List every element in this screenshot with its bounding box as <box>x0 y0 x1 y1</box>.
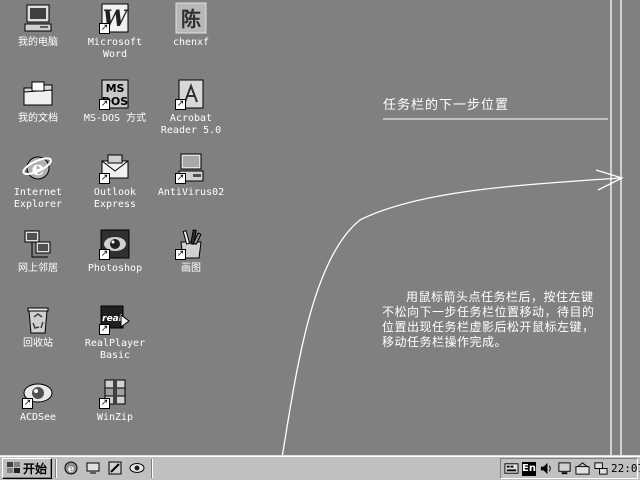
shortcut-arrow-icon: ↗ <box>99 324 110 335</box>
icon-label: 我的电脑 <box>18 37 58 48</box>
shortcut-arrow-icon: ↗ <box>99 173 110 184</box>
quicklaunch-ie-icon[interactable]: e <box>62 459 80 477</box>
desktop-icon-my-computer[interactable]: 我的电脑 <box>0 2 76 49</box>
start-label: 开始 <box>22 461 47 476</box>
taskbar[interactable]: 开始 e En 22:07 <box>0 455 640 480</box>
tray-scheduler-icon[interactable] <box>575 461 590 477</box>
paint-icon: ↗ <box>175 228 207 260</box>
desktop-icon-acdsee[interactable]: ↗ ACDSee <box>0 377 76 424</box>
start-button[interactable]: 开始 <box>2 457 52 479</box>
tray-volume-icon[interactable] <box>539 461 554 477</box>
shortcut-arrow-icon: ↗ <box>99 23 110 34</box>
acdsee-icon: ↗ <box>22 377 54 409</box>
chenxf-glyph: 陈 <box>181 7 201 31</box>
desktop-icon-word[interactable]: W ↗ Microsoft Word <box>77 2 153 61</box>
tray-language-indicator[interactable]: En <box>522 461 536 476</box>
my-documents-icon <box>22 78 54 110</box>
svg-text:e: e <box>68 464 74 475</box>
outlook-icon: ↗ <box>99 152 131 184</box>
desktop-icon-outlook[interactable]: ↗ Outlook Express <box>77 152 153 211</box>
ie-icon: e <box>22 152 54 184</box>
realplayer-logo-text: real <box>102 314 123 324</box>
tray-clock[interactable]: 22:07 <box>611 462 640 475</box>
taskbar-divider <box>55 458 57 478</box>
realplayer-icon: real ↗ <box>99 303 131 335</box>
icon-label: ACDSee <box>19 412 57 423</box>
icon-label: 我的文档 <box>18 113 58 124</box>
icon-label: Outlook Express <box>93 187 137 210</box>
msdos-icon: MS DOS ↗ <box>99 78 131 110</box>
icon-label: 网上邻居 <box>18 263 58 274</box>
desktop-icon-network[interactable]: 网上邻居 <box>0 228 76 275</box>
desktop-icon-recycle-bin[interactable]: 回收站 <box>0 303 76 350</box>
folder-chen-icon: 陈 <box>175 2 207 34</box>
winzip-icon: ↗ <box>99 377 131 409</box>
system-tray: En 22:07 <box>500 458 640 479</box>
tray-keyboard-icon[interactable] <box>504 461 519 477</box>
shortcut-arrow-icon: ↗ <box>175 99 186 110</box>
shortcut-arrow-icon: ↗ <box>99 398 110 409</box>
shortcut-arrow-icon: ↗ <box>175 249 186 260</box>
quicklaunch-channels-icon[interactable] <box>106 459 124 477</box>
icon-label: Photoshop <box>87 263 143 274</box>
taskbar-ghost-outline <box>610 0 622 455</box>
photoshop-icon: ↗ <box>99 228 131 260</box>
icon-label: Internet Explorer <box>13 187 63 210</box>
desktop-icon-chenxf[interactable]: 陈 chenxf <box>153 2 229 49</box>
tray-network-icon[interactable] <box>593 461 608 477</box>
svg-text:MS: MS <box>106 82 125 95</box>
icon-label: Microsoft Word <box>87 37 143 60</box>
windows-logo-icon <box>6 462 21 474</box>
shortcut-arrow-icon: ↗ <box>22 398 33 409</box>
desktop-icon-acrobat[interactable]: ↗ Acrobat Reader 5.0 <box>153 78 229 137</box>
desktop-icon-my-documents[interactable]: 我的文档 <box>0 78 76 125</box>
desktop[interactable]: 我的电脑 我的文档 e Internet Explorer 网上邻居 回收站 ↗… <box>0 0 640 455</box>
desktop-icon-antivirus[interactable]: ↗ AntiVirus02 <box>153 152 229 199</box>
word-icon: W ↗ <box>99 2 131 34</box>
desktop-icon-internet-explorer[interactable]: e Internet Explorer <box>0 152 76 211</box>
annotation-title: 任务栏的下一步位置 <box>383 98 510 113</box>
icon-label: 画图 <box>181 263 201 274</box>
desktop-icon-paint[interactable]: ↗ 画图 <box>153 228 229 275</box>
icon-label: Acrobat Reader 5.0 <box>160 113 222 136</box>
icon-label: WinZip <box>96 412 134 423</box>
taskbar-divider <box>151 458 153 478</box>
icon-label: MS-DOS 方式 <box>83 113 147 124</box>
quicklaunch-show-desktop-icon[interactable] <box>84 459 102 477</box>
tray-display-icon[interactable] <box>557 461 572 477</box>
shortcut-arrow-icon: ↗ <box>99 99 110 110</box>
acrobat-icon: ↗ <box>175 78 207 110</box>
desktop-icon-realplayer[interactable]: real ↗ RealPlayer Basic <box>77 303 153 362</box>
antivirus-icon: ↗ <box>175 152 207 184</box>
my-computer-icon <box>22 2 54 34</box>
quicklaunch-media-icon[interactable] <box>128 459 146 477</box>
network-icon <box>22 228 54 260</box>
desktop-icon-msdos[interactable]: MS DOS ↗ MS-DOS 方式 <box>77 78 153 125</box>
desktop-icon-photoshop[interactable]: ↗ Photoshop <box>77 228 153 275</box>
shortcut-arrow-icon: ↗ <box>99 249 110 260</box>
recycle-bin-icon <box>22 303 54 335</box>
icon-label: AntiVirus02 <box>157 187 225 198</box>
icon-label: RealPlayer Basic <box>84 338 146 361</box>
desktop-icon-winzip[interactable]: ↗ WinZip <box>77 377 153 424</box>
annotation-description: 用鼠标箭头点任务栏后，按住左键不松向下一步任务栏位置移动，待目的位置出现任务栏虚… <box>382 290 595 349</box>
shortcut-arrow-icon: ↗ <box>175 173 186 184</box>
icon-label: chenxf <box>172 37 210 48</box>
icon-label: 回收站 <box>23 338 53 349</box>
